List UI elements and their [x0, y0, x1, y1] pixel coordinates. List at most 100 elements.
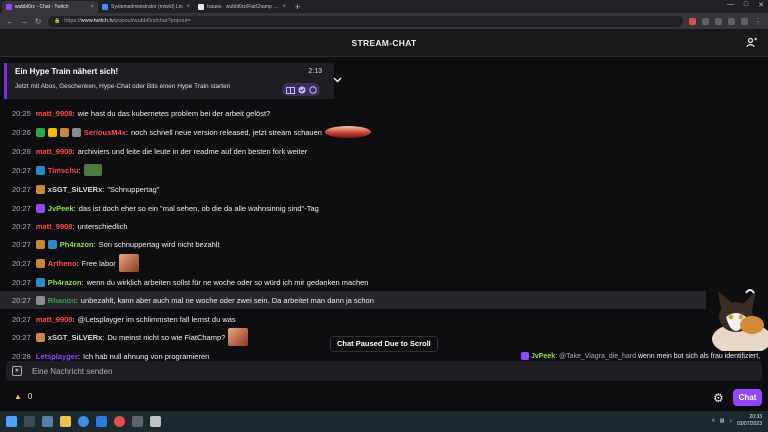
send-chat-button[interactable]: Chat — [733, 389, 762, 406]
user-badge-icon[interactable] — [71, 127, 81, 137]
user-badge-icon[interactable] — [59, 127, 69, 137]
chat-paused-banner[interactable]: Chat Paused Due to Scroll — [330, 336, 438, 352]
url-field[interactable]: 🔒 https://www.twitch.tv/popout/wubbl0rz/… — [48, 15, 683, 27]
mail-icon[interactable] — [96, 416, 107, 427]
user-badge-icon[interactable] — [35, 127, 45, 137]
message-timestamp: 20:27 — [12, 165, 31, 175]
gear-icon[interactable]: ⚙ — [713, 391, 724, 405]
message-colon: : — [72, 314, 75, 324]
chat-input-placeholder: Eine Nachricht senden — [32, 366, 113, 376]
message-username[interactable]: Artheno — [48, 259, 77, 268]
message-colon: : — [73, 203, 76, 213]
task-view-icon[interactable] — [42, 416, 53, 427]
frog-emote-icon[interactable] — [83, 164, 102, 176]
message-username[interactable]: matt_9908 — [36, 315, 73, 324]
chat-message[interactable]: 20:26 SeriousM4x: noch schnell neue versio… — [0, 123, 768, 141]
chat-message[interactable]: 20:25 matt_9908: wie hast du das kubernete… — [0, 104, 768, 122]
reload-icon[interactable]: ↻ — [34, 17, 42, 26]
message-timestamp: 20:25 — [12, 108, 31, 118]
edge-icon[interactable] — [78, 416, 89, 427]
lock-icon: 🔒 — [54, 18, 61, 24]
taskbar: ˄ ▤ ♪ 20:33 03/07/2023 — [0, 411, 768, 432]
ship-emote-icon[interactable] — [324, 126, 371, 138]
user-badge-icon[interactable] — [47, 239, 57, 249]
user-badge-icon[interactable] — [47, 127, 57, 137]
message-username[interactable]: xSGT_SiLVERx — [48, 185, 102, 194]
message-timestamp: 20:27 — [12, 203, 31, 213]
forward-icon[interactable]: → — [20, 17, 28, 26]
volume-icon[interactable]: ♪ — [729, 418, 732, 424]
file-explorer-icon[interactable] — [60, 416, 71, 427]
browser-tab[interactable]: Issues · wubbl0rz/FiatChamp · Gi × — [194, 1, 290, 13]
maximize-icon[interactable]: □ — [744, 1, 748, 9]
message-timestamp: 20:28 — [12, 351, 31, 361]
message-timestamp: 20:26 — [12, 146, 31, 156]
message-username[interactable]: Timschu — [48, 166, 79, 175]
tab-close-icon[interactable]: × — [282, 4, 286, 10]
chat-message[interactable]: 20:27 Timschu: — [0, 161, 768, 179]
tab-close-icon[interactable]: × — [186, 4, 190, 10]
chat-message[interactable]: 20:27 Artheno: Free labor — [0, 254, 768, 272]
message-username[interactable]: matt_9908 — [36, 222, 73, 231]
windows-start-icon[interactable] — [6, 416, 17, 427]
clock[interactable]: 20:33 03/07/2023 — [737, 414, 762, 428]
emote-picker-icon[interactable]: ★ — [12, 366, 22, 376]
network-icon[interactable]: ▤ — [720, 418, 725, 424]
extension-icon[interactable] — [702, 17, 709, 25]
message-username[interactable]: xSGT_SiLVERx — [48, 333, 102, 342]
message-username[interactable]: SeriousM4x — [84, 128, 126, 137]
face-emote-icon[interactable] — [118, 254, 139, 272]
chat-message[interactable]: 20:26 matt_9908: archiviers und leite die … — [0, 142, 768, 160]
tab-close-icon[interactable]: × — [90, 4, 94, 10]
chat-message[interactable]: 20:27 Ph4razon: wenn du wirklich arbeiten … — [0, 273, 768, 291]
chrome-icon[interactable] — [114, 416, 125, 427]
extension-icon[interactable] — [689, 17, 696, 25]
tray-chevron-icon[interactable]: ˄ — [712, 418, 715, 424]
minimize-icon[interactable]: — — [727, 1, 734, 9]
puzzle-icon[interactable] — [715, 17, 722, 25]
user-badge-icon[interactable] — [35, 277, 45, 287]
app-icon[interactable] — [150, 416, 161, 427]
chat-message[interactable]: 20:27 matt_9908: @Letsplayger im schlimmst… — [0, 310, 768, 328]
chat-message[interactable]: 20:27 matt_9908: unterschiedlich — [0, 217, 768, 235]
user-badge-icon[interactable] — [35, 332, 45, 342]
profile-icon[interactable] — [741, 17, 748, 25]
new-tab-button[interactable]: + — [290, 1, 305, 13]
message-username[interactable]: Rhanon — [48, 296, 76, 305]
message-username[interactable]: Ph4razon — [48, 278, 82, 287]
user-badge-icon[interactable] — [35, 203, 45, 213]
tab-label: Systemadministrator (m/w/d) Lin — [111, 4, 183, 10]
chat-message[interactable]: 20:27 Ph4razon: Son schnuppertag wird nich… — [0, 235, 768, 253]
message-username[interactable]: matt_9908 — [36, 109, 73, 118]
chat-message[interactable]: 20:27 xSGT_SiLVERx: "Schnuppertag" — [0, 180, 768, 198]
menu-icon[interactable]: ⋮ — [754, 17, 762, 26]
user-badge-icon[interactable] — [35, 239, 45, 249]
message-username[interactable]: Letsplayger — [36, 352, 78, 361]
user-badge-icon[interactable] — [35, 184, 45, 194]
back-icon[interactable]: ← — [6, 17, 14, 26]
browser-tab[interactable]: wubbl0rz - Chat - Twitch × — [2, 1, 98, 13]
hype-train-banner[interactable]: Ein Hype Train nähert sich! Jetzt mit Ab… — [4, 63, 342, 99]
users-icon[interactable] — [746, 37, 758, 49]
overlay-chat-mention: @Take_Viagra_die_hard — [558, 353, 637, 360]
message-username[interactable]: matt_9908 — [36, 147, 73, 156]
message-colon: : — [77, 351, 80, 361]
message-username[interactable]: Ph4razon — [60, 240, 94, 249]
chevron-down-icon[interactable] — [333, 77, 342, 83]
user-badge-icon[interactable] — [35, 295, 45, 305]
channel-points[interactable]: ▲ 0 — [14, 392, 32, 401]
face-emote-icon[interactable] — [228, 328, 249, 346]
sidebar-icon[interactable] — [728, 17, 735, 25]
chat-input[interactable]: ★ Eine Nachricht senden — [6, 361, 762, 381]
message-username[interactable]: JvPeek — [48, 204, 74, 213]
user-badge-icon[interactable] — [35, 165, 45, 175]
user-badge-icon[interactable] — [35, 258, 45, 268]
chat-message[interactable]: 20:27 JvPeek: das ist doch eher so ein "ma… — [0, 199, 768, 217]
close-icon[interactable]: ✕ — [758, 1, 764, 9]
terminal-icon[interactable] — [132, 416, 143, 427]
chat-message[interactable]: 20:27 Rhanon: unbezahlt, kann aber auch ma… — [0, 291, 768, 309]
message-colon: : — [102, 184, 105, 194]
search-icon[interactable] — [24, 416, 35, 427]
browser-tab[interactable]: Systemadministrator (m/w/d) Lin × — [98, 1, 194, 13]
message-text: wenn du wirklich arbeiten sollst für ne … — [86, 277, 369, 287]
